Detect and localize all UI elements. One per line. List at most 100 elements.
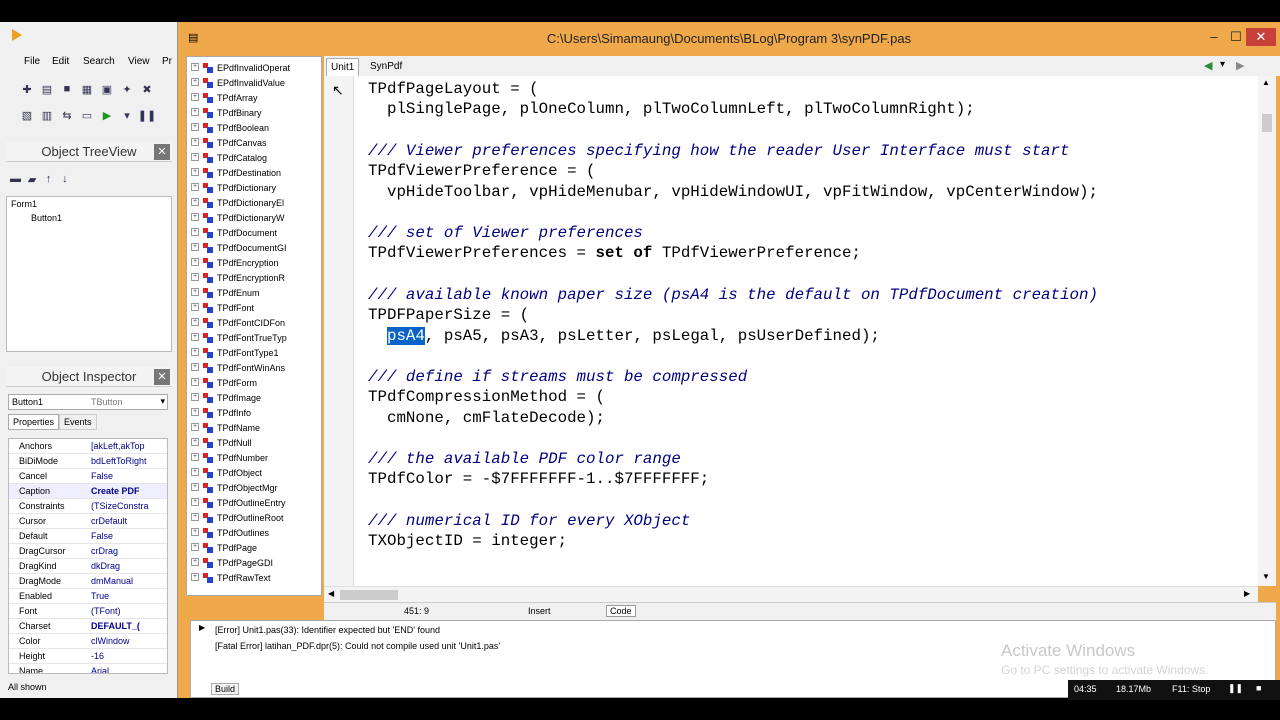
tree-node-button1[interactable]: Button1 xyxy=(31,213,62,223)
expand-icon[interactable]: + xyxy=(191,258,199,266)
property-row[interactable]: Cancel False xyxy=(9,469,167,484)
property-value[interactable]: False xyxy=(91,531,165,541)
property-row[interactable]: DragKind dkDrag xyxy=(9,559,167,574)
expand-icon[interactable]: + xyxy=(191,543,199,551)
expand-icon[interactable]: + xyxy=(191,243,199,251)
pause-icon[interactable]: ❚❚ xyxy=(1228,683,1243,694)
list-item[interactable]: + TPdfForm xyxy=(187,376,307,391)
property-value[interactable]: True xyxy=(91,591,165,601)
expand-icon[interactable]: + xyxy=(191,288,199,296)
property-row[interactable]: Default False xyxy=(9,529,167,544)
tab-properties[interactable]: Properties xyxy=(8,414,60,430)
property-value[interactable]: dkDrag xyxy=(91,561,165,571)
fatal-error-message[interactable]: [Fatal Error] latihan_PDF.dpr(5): Could … xyxy=(215,641,500,651)
expand-icon[interactable]: + xyxy=(191,438,199,446)
add-file-icon[interactable]: ✦ xyxy=(118,80,136,98)
expand-icon[interactable]: + xyxy=(191,558,199,566)
property-value[interactable]: crDefault xyxy=(91,516,165,526)
menu-file[interactable]: File xyxy=(24,56,40,67)
property-value[interactable]: (TSizeConstra xyxy=(91,501,165,511)
scroll-down-icon[interactable]: ▼ xyxy=(1262,572,1270,581)
expand-icon[interactable]: + xyxy=(191,408,199,416)
close-icon[interactable]: ✕ xyxy=(154,369,170,385)
remove-file-icon[interactable]: ✖ xyxy=(138,80,156,98)
list-item[interactable]: + TPdfDictionaryEl xyxy=(187,196,307,211)
list-item[interactable]: + TPdfNull xyxy=(187,436,307,451)
arrow-up-icon[interactable]: ↑ xyxy=(43,170,53,188)
expand-icon[interactable]: + xyxy=(191,138,199,146)
list-item[interactable]: + TPdfInfo xyxy=(187,406,307,421)
property-row[interactable]: Anchors [akLeft,akTop xyxy=(9,439,167,454)
expand-icon[interactable]: + xyxy=(191,363,199,371)
property-row[interactable]: DragMode dmManual xyxy=(9,574,167,589)
expand-icon[interactable]: + xyxy=(191,378,199,386)
list-item[interactable]: + TPdfImage xyxy=(187,391,307,406)
expand-icon[interactable]: + xyxy=(191,453,199,461)
property-row[interactable]: Font (TFont) xyxy=(9,604,167,619)
property-row[interactable]: Constraints (TSizeConstra xyxy=(9,499,167,514)
list-item[interactable]: + TPdfArray xyxy=(187,91,307,106)
list-item[interactable]: + TPdfDictionary xyxy=(187,181,307,196)
toggle-form-unit-icon[interactable]: ⇆ xyxy=(58,106,76,124)
expand-icon[interactable]: + xyxy=(191,573,199,581)
property-value[interactable]: Arial xyxy=(91,666,165,673)
horizontal-scrollbar[interactable]: ◀ ▶ xyxy=(324,586,1258,602)
list-item[interactable]: + TPdfCanvas xyxy=(187,136,307,151)
menu-search[interactable]: Search xyxy=(83,56,115,67)
expand-icon[interactable]: + xyxy=(191,93,199,101)
list-item[interactable]: + TPdfOutlineEntry xyxy=(187,496,307,511)
chevron-down-icon[interactable]: ▾ xyxy=(1220,59,1225,70)
expand-icon[interactable]: + xyxy=(191,123,199,131)
list-item[interactable]: + TPdfOutlines xyxy=(187,526,307,541)
expand-icon[interactable]: + xyxy=(191,318,199,326)
pause-icon[interactable]: ❚❚ xyxy=(138,106,156,124)
list-item[interactable]: + TPdfObject xyxy=(187,466,307,481)
expand-icon[interactable]: + xyxy=(191,528,199,536)
property-row[interactable]: Height -16 xyxy=(9,649,167,664)
expand-icon[interactable]: + xyxy=(191,513,199,521)
run-icon[interactable]: ▶ xyxy=(98,106,116,124)
tab-build[interactable]: Build xyxy=(211,683,240,695)
tab-synpdf[interactable]: SynPdf xyxy=(366,58,406,76)
property-value[interactable]: bdLeftToRight xyxy=(91,456,165,466)
scroll-thumb[interactable] xyxy=(1262,114,1272,132)
open-icon[interactable]: ▤ xyxy=(38,80,56,98)
menu-edit[interactable]: Edit xyxy=(52,56,69,67)
list-item[interactable]: + TPdfName xyxy=(187,421,307,436)
list-item[interactable]: + TPdfPage xyxy=(187,541,307,556)
save-icon[interactable]: ■ xyxy=(58,80,76,98)
expand-icon[interactable]: + xyxy=(191,63,199,71)
tab-events[interactable]: Events xyxy=(59,414,97,430)
list-item[interactable]: + EPdfInvalidOperat xyxy=(187,61,307,76)
list-item[interactable]: + TPdfFont xyxy=(187,301,307,316)
list-item[interactable]: + TPdfDestination xyxy=(187,166,307,181)
list-item[interactable]: + TPdfDictionaryW xyxy=(187,211,307,226)
error-message[interactable]: [Error] Unit1.pas(33): Identifier expect… xyxy=(215,625,440,635)
list-item[interactable]: + TPdfEncryption xyxy=(187,256,307,271)
vertical-scrollbar[interactable]: ▲ ▼ xyxy=(1258,76,1276,586)
list-item[interactable]: + TPdfBinary xyxy=(187,106,307,121)
property-value[interactable]: Create PDF xyxy=(91,486,165,496)
property-row[interactable]: Enabled True xyxy=(9,589,167,604)
scroll-thumb[interactable] xyxy=(340,590,398,600)
expand-icon[interactable]: + xyxy=(191,348,199,356)
expand-icon[interactable]: + xyxy=(191,228,199,236)
close-icon[interactable]: ✕ xyxy=(1246,28,1276,46)
expand-icon[interactable]: + xyxy=(191,183,199,191)
expand-icon[interactable]: + xyxy=(191,393,199,401)
list-item[interactable]: + TPdfEnum xyxy=(187,286,307,301)
property-value[interactable]: clWindow xyxy=(91,636,165,646)
tab-code[interactable]: Code xyxy=(606,605,636,617)
expand-icon[interactable]: + xyxy=(191,168,199,176)
expand-icon[interactable]: + xyxy=(191,198,199,206)
list-item[interactable]: + TPdfEncryptionR xyxy=(187,271,307,286)
expand-icon[interactable]: + xyxy=(191,78,199,86)
list-item[interactable]: + TPdfFontCIDFon xyxy=(187,316,307,331)
run-dropdown-icon[interactable]: ▾ xyxy=(118,106,136,124)
list-item[interactable]: + TPdfRawText xyxy=(187,571,307,586)
minimize-icon[interactable]: – xyxy=(1204,28,1224,46)
list-item[interactable]: + TPdfFontWinAns xyxy=(187,361,307,376)
property-value[interactable]: (TFont) xyxy=(91,606,165,616)
list-item[interactable]: + TPdfDocument xyxy=(187,226,307,241)
code-editor[interactable]: TPdfPageLayout = ( plSinglePage, plOneCo… xyxy=(324,76,1258,586)
